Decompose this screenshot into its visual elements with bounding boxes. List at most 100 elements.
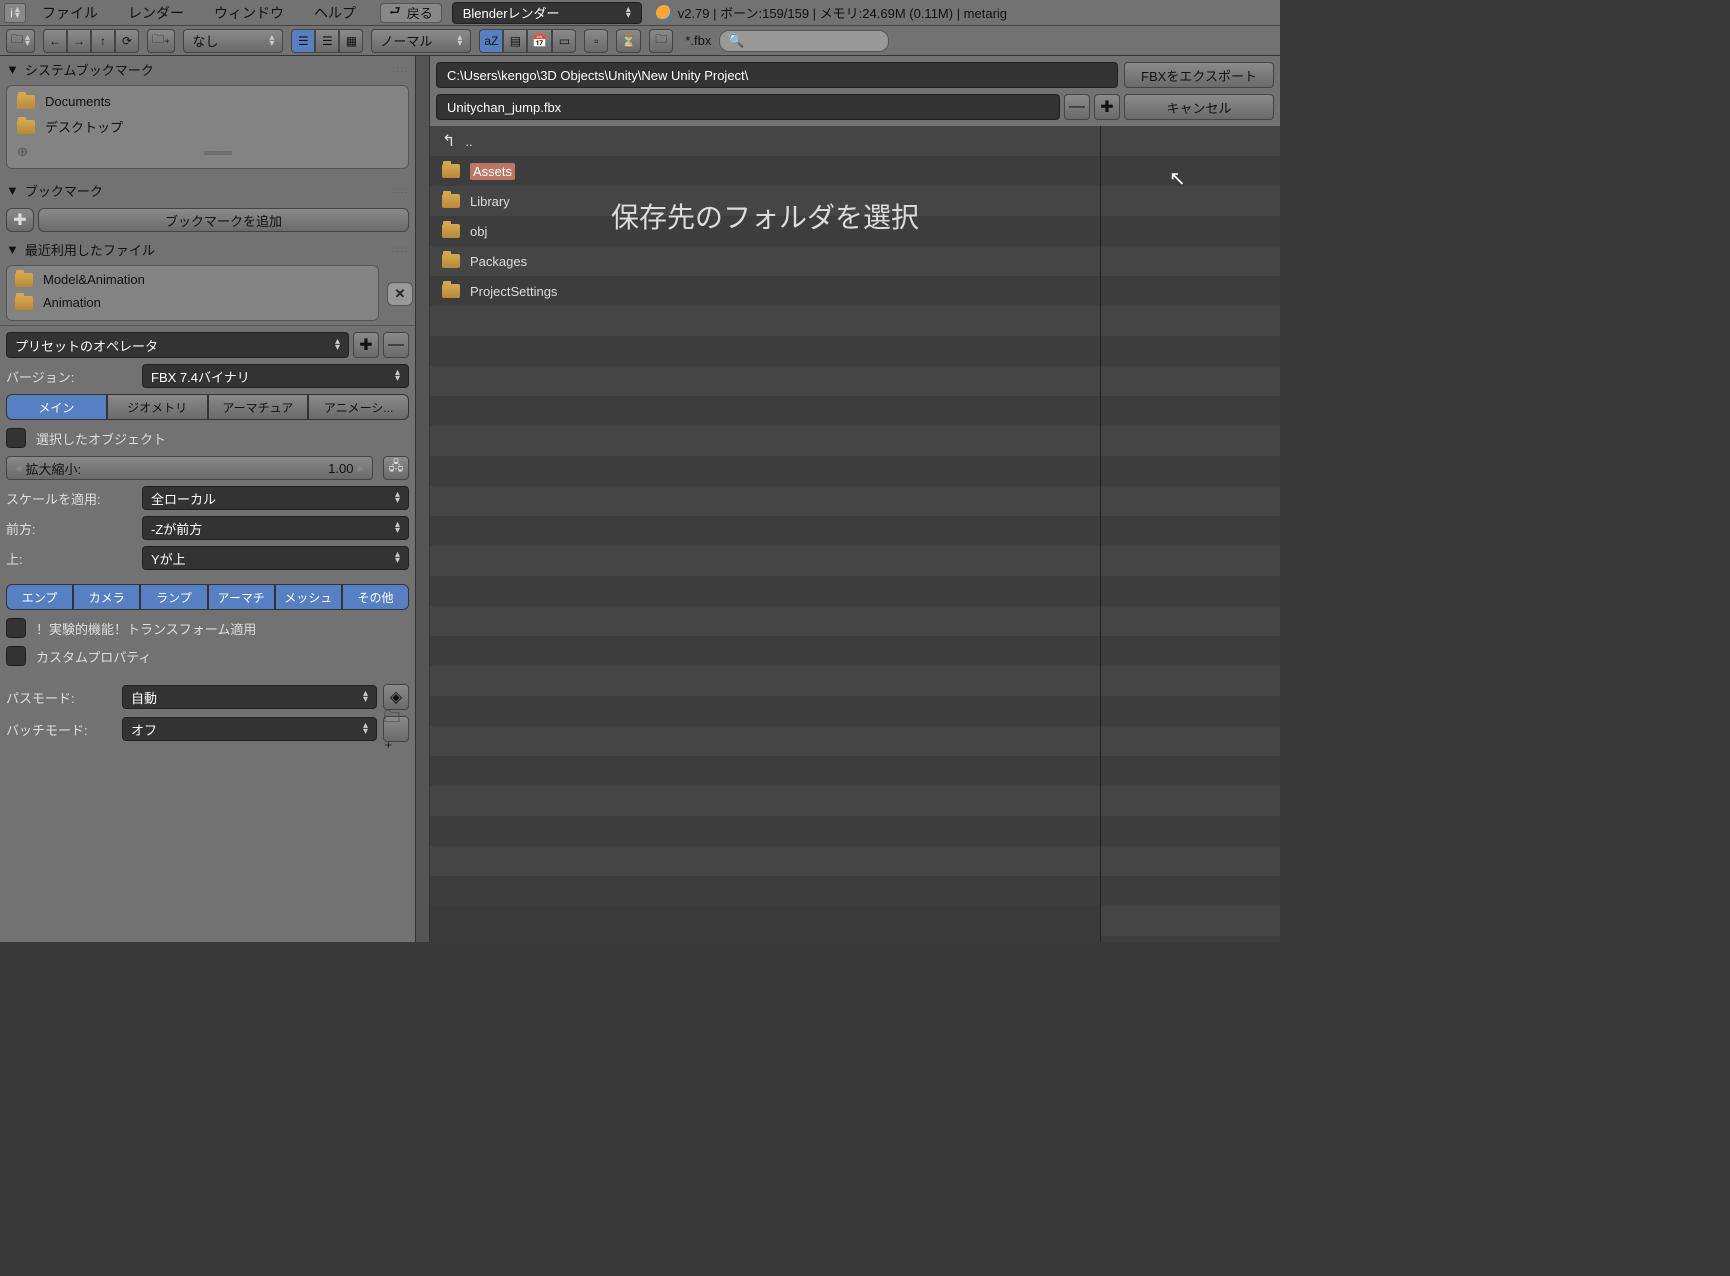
bookmarks-header[interactable]: ▼ ブックマーク :::: (0, 177, 415, 204)
folder-row[interactable]: obj (430, 216, 1100, 246)
sort-alpha-button[interactable]: aZ (479, 29, 503, 53)
tab-animation[interactable]: アニメーシ... (308, 394, 409, 420)
preset-add-button[interactable]: ✚ (353, 332, 379, 358)
display-short-button[interactable]: ☰ (291, 29, 315, 53)
search-icon: 🔍 (728, 33, 744, 49)
search-input[interactable]: 🔍 (719, 30, 889, 52)
file-list[interactable]: ↰.. Assets Library obj Packages ProjectS… (430, 126, 1100, 942)
bookmark-item[interactable]: Documents (11, 90, 404, 113)
folder-icon (15, 273, 33, 287)
scale-field[interactable]: ◂ 拡大縮小: 1.00 ▸ (6, 456, 373, 480)
show-hidden-button[interactable]: ▫ (584, 29, 608, 53)
directory-path-input[interactable]: C:\Users\kengo\3D Objects\Unity\New Unit… (436, 62, 1118, 88)
folder-icon (442, 284, 460, 298)
clear-recent-button[interactable]: ✕ (387, 282, 413, 306)
filter-folder-button[interactable]: 🗀 (649, 29, 673, 53)
add-bookmark-button[interactable]: ブックマークを追加 (38, 208, 409, 232)
filter-toggle-button[interactable]: ⏳ (616, 29, 641, 53)
toggle-mesh[interactable]: メッシュ (275, 584, 342, 610)
toggle-armature[interactable]: アーマチ (208, 584, 275, 610)
info-icon[interactable]: i▴▾ (4, 3, 26, 23)
experimental-label: ！実験的機能！トランスフォーム適用 (36, 619, 256, 638)
nav-forward-button[interactable]: → (67, 29, 91, 53)
folder-icon (17, 120, 35, 134)
recent-dropdown[interactable]: なし▴▾ (183, 29, 283, 53)
file-detail-column: ↖ (1100, 126, 1280, 942)
add-bookmark-plus-button[interactable]: ✚ (6, 208, 34, 232)
selected-objects-label: 選択したオブジェクト (36, 429, 166, 448)
custom-props-checkbox[interactable] (6, 646, 26, 666)
menu-help[interactable]: ヘルプ (300, 1, 370, 25)
toggle-other[interactable]: その他 (342, 584, 409, 610)
toggle-camera[interactable]: カメラ (73, 584, 140, 610)
bookmark-item[interactable]: デスクトップ (11, 113, 404, 140)
grip-icon[interactable]: :::: (392, 65, 409, 74)
path-mode-dropdown[interactable]: 自動▴▾ (122, 685, 377, 709)
recent-header[interactable]: ▼ 最近利用したファイル :::: (0, 236, 415, 263)
editor-type-button[interactable]: 🗀▴▾ (6, 29, 35, 53)
folder-icon (442, 164, 460, 178)
sort-size-button[interactable]: ▭ (552, 29, 576, 53)
filename-input[interactable]: Unitychan_jump.fbx (436, 94, 1060, 120)
nav-refresh-button[interactable]: ⟳ (115, 29, 139, 53)
folder-row[interactable]: Packages (430, 246, 1100, 276)
nav-back-button[interactable]: ← (43, 29, 67, 53)
path-mode-label: パスモード: (6, 688, 116, 707)
batch-mode-dropdown[interactable]: オフ▴▾ (122, 717, 377, 741)
up-arrow-icon: ↰ (442, 131, 455, 151)
folder-row[interactable]: Assets (430, 156, 1100, 186)
custom-props-label: カスタムプロパティ (36, 647, 151, 666)
sort-time-button[interactable]: 📅 (527, 29, 552, 53)
filter-text: *.fbx (685, 33, 711, 48)
operator-preset-dropdown[interactable]: プリセットのオペレータ▴▾ (6, 332, 349, 358)
display-thumb-button[interactable]: ▦ (339, 29, 363, 53)
toggle-lamp[interactable]: ランプ (140, 584, 207, 610)
menu-render[interactable]: レンダー (114, 1, 198, 25)
version-label: バージョン: (6, 367, 136, 386)
selected-objects-checkbox[interactable] (6, 428, 26, 448)
folder-row[interactable]: Library (430, 186, 1100, 216)
cancel-button[interactable]: キャンセル (1124, 94, 1274, 120)
decrement-button[interactable]: — (1064, 94, 1090, 120)
scrollbar[interactable] (415, 325, 429, 942)
experimental-checkbox[interactable] (6, 618, 26, 638)
grip-icon[interactable]: :::: (392, 186, 409, 195)
add-icon[interactable]: ⊕═══ (11, 140, 404, 164)
sort-ext-button[interactable]: ▤ (503, 29, 527, 53)
parent-dir-row[interactable]: ↰.. (430, 126, 1100, 156)
display-long-button[interactable]: ☰ (315, 29, 339, 53)
apply-scale-label: スケールを適用: (6, 489, 136, 508)
tab-main[interactable]: メイン (6, 394, 107, 420)
cursor-icon: ↖ (1169, 166, 1186, 191)
nav-up-button[interactable]: ↑ (91, 29, 115, 53)
recent-item[interactable]: Model&Animation (9, 268, 376, 291)
new-folder-button[interactable]: 🗀₊ (147, 29, 175, 53)
tab-geometry[interactable]: ジオメトリ (107, 394, 208, 420)
apply-unit-button[interactable]: 🖧 (383, 456, 409, 480)
back-button[interactable]: ⮐ 戻る (380, 3, 442, 23)
renderer-dropdown[interactable]: Blenderレンダー▴▾ (452, 2, 642, 24)
export-button[interactable]: FBXをエクスポート (1124, 62, 1274, 88)
object-type-toggles: エンプ カメラ ランプ アーマチ メッシュ その他 (6, 584, 409, 610)
system-bookmarks-header[interactable]: ▼ システムブックマーク :::: (0, 56, 415, 83)
scrollbar[interactable] (415, 56, 429, 325)
folder-icon (442, 224, 460, 238)
folder-row[interactable]: ProjectSettings (430, 276, 1100, 306)
up-dropdown[interactable]: Yが上▴▾ (142, 546, 409, 570)
preset-remove-button[interactable]: — (383, 332, 409, 358)
recent-item[interactable]: Animation (9, 291, 376, 314)
menu-window[interactable]: ウィンドウ (200, 1, 298, 25)
batch-own-dir-button[interactable]: 🗀₊ (383, 716, 409, 742)
toggle-empty[interactable]: エンプ (6, 584, 73, 610)
sort-dropdown[interactable]: ノーマル▴▾ (371, 29, 471, 53)
increment-button[interactable]: ✚ (1094, 94, 1120, 120)
menu-bar: i▴▾ ファイル レンダー ウィンドウ ヘルプ ⮐ 戻る Blenderレンダー… (0, 0, 1280, 26)
menu-file[interactable]: ファイル (28, 1, 112, 25)
forward-dropdown[interactable]: -Zが前方▴▾ (142, 516, 409, 540)
tab-armature[interactable]: アーマチュア (208, 394, 309, 420)
apply-scale-dropdown[interactable]: 全ローカル▴▾ (142, 486, 409, 510)
grip-icon[interactable]: :::: (392, 245, 409, 254)
version-dropdown[interactable]: FBX 7.4バイナリ▴▾ (142, 364, 409, 388)
triangle-down-icon: ▼ (6, 62, 19, 77)
left-panel: ▼ システムブックマーク :::: Documents デスクトップ ⊕═══ … (0, 56, 430, 942)
